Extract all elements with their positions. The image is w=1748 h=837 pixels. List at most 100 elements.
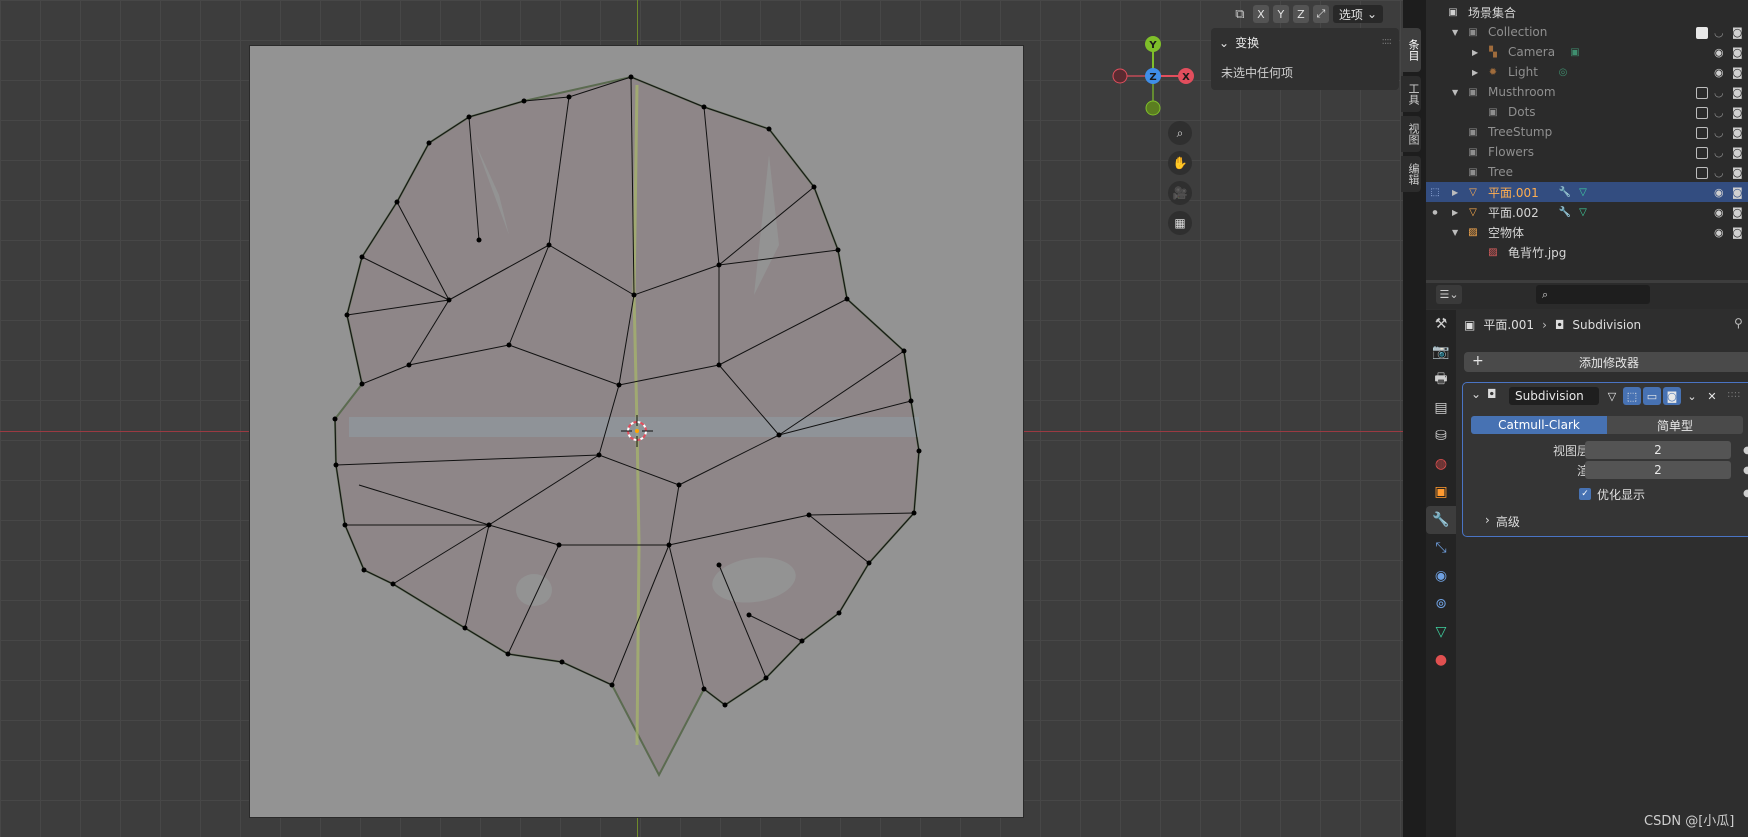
tab-catmull-clark[interactable]: Catmull-Clark [1471, 416, 1607, 434]
keyframe-dot-icon[interactable]: ● [1743, 488, 1748, 499]
render-toggle-icon[interactable]: ◙ [1663, 387, 1681, 405]
options-dropdown[interactable]: 选项 ⌄ [1332, 5, 1383, 23]
render-camera-icon[interactable]: ◙ [1732, 26, 1743, 39]
mesh-data-icon[interactable]: ▽ [1426, 618, 1456, 646]
camera-data-icon[interactable]: ▣ [1568, 45, 1582, 59]
output-icon[interactable]: 🖶 [1426, 366, 1456, 394]
tab-item[interactable]: 条目 [1401, 28, 1421, 72]
expand-arrow-icon[interactable]: ▼ [1452, 28, 1458, 37]
tab-view[interactable]: 视图 [1401, 116, 1421, 152]
mesh-data-icon[interactable]: ▽ [1576, 185, 1590, 199]
modifier-name-field[interactable]: Subdivision [1509, 387, 1599, 405]
outliner-row-empty[interactable]: ▼ ▨ 空物体 ◉ ◙ [1426, 222, 1748, 242]
outliner-scene-collection[interactable]: ▣ 场景集合 [1426, 2, 1748, 22]
on-cage-icon[interactable]: ▽ [1603, 387, 1621, 405]
exclude-checkbox[interactable] [1696, 87, 1708, 99]
physics-icon[interactable]: ◉ [1426, 562, 1456, 590]
particles-icon[interactable]: ⤡ [1426, 534, 1456, 562]
outliner-row-tree[interactable]: ▣ Tree ◡ ◙ [1426, 162, 1748, 182]
render-levels-field[interactable]: 2 [1585, 461, 1731, 479]
outliner-row-plane-002[interactable]: ● ▶ ▽ 平面.002 🔧 ▽ ◉ ◙ [1426, 202, 1748, 222]
expand-arrow-icon[interactable]: ▼ [1452, 88, 1458, 97]
keyframe-dot-icon[interactable]: ● [1743, 445, 1748, 456]
mirror-y-toggle[interactable]: Y [1272, 5, 1289, 23]
mirror-icon[interactable]: ⧉ [1231, 5, 1249, 23]
add-modifier-button[interactable]: + 添加修改器 [1464, 352, 1748, 372]
outliner-row-collection[interactable]: ▼ ▣ Collection ◡ ◙ [1426, 22, 1748, 42]
outliner-row-plane-001[interactable]: ⬚ ▶ ▽ 平面.001 🔧 ▽ ◉ ◙ [1426, 182, 1748, 202]
close-icon[interactable]: ✕ [1703, 387, 1721, 405]
leaf-mesh[interactable] [249, 45, 1024, 818]
render-camera-icon[interactable]: ◙ [1732, 146, 1743, 159]
constraints-icon[interactable]: ⊚ [1426, 590, 1456, 618]
tool-settings-icon[interactable]: ⚒ [1426, 310, 1456, 338]
edit-mode-toggle-icon[interactable]: ⬚ [1623, 387, 1641, 405]
viewport-levels-field[interactable]: 2 [1585, 441, 1731, 459]
render-camera-icon[interactable]: ◙ [1732, 106, 1743, 119]
realtime-toggle-icon[interactable]: ▭ [1643, 387, 1661, 405]
expand-arrow-icon[interactable]: ▼ [1452, 228, 1458, 237]
pin-icon[interactable]: ⚲ [1734, 316, 1743, 330]
render-camera-icon[interactable]: ◙ [1732, 66, 1743, 79]
render-camera-icon[interactable]: ◙ [1732, 86, 1743, 99]
drag-grip-icon[interactable]: :::: [1727, 389, 1740, 400]
scene-icon[interactable]: ⛁ [1426, 422, 1456, 450]
camera-view-icon[interactable]: 🎥 [1168, 181, 1192, 205]
tab-edit[interactable]: 编辑 [1401, 156, 1421, 192]
zoom-icon[interactable]: ⌕ [1168, 121, 1192, 145]
material-icon[interactable]: ● [1426, 646, 1456, 674]
gizmo-neg-y[interactable] [1145, 100, 1161, 116]
expand-arrow-icon[interactable]: ▶ [1472, 48, 1478, 57]
properties-search-input[interactable]: ⌕ [1536, 285, 1650, 304]
grid-ortho-icon[interactable]: ▦ [1168, 211, 1192, 235]
visibility-icon[interactable]: ◉ [1714, 206, 1724, 219]
mirror-z-toggle[interactable]: Z [1292, 5, 1309, 23]
exclude-checkbox[interactable] [1696, 27, 1708, 39]
light-data-icon[interactable]: ◎ [1556, 65, 1570, 79]
exclude-checkbox[interactable] [1696, 107, 1708, 119]
visibility-icon[interactable]: ◡ [1714, 166, 1724, 179]
navigation-gizmo[interactable]: Y X Z [1108, 36, 1204, 122]
mirror-x-toggle[interactable]: X [1252, 5, 1269, 23]
exclude-checkbox[interactable] [1696, 167, 1708, 179]
view-layer-icon[interactable]: ▤ [1426, 394, 1456, 422]
expand-arrow-icon[interactable]: ▶ [1452, 208, 1458, 217]
tab-simple[interactable]: 简单型 [1607, 416, 1743, 434]
outliner-row-light[interactable]: ▶ ✹ Light ◎ ◉ ◙ [1426, 62, 1748, 82]
optimal-display-checkbox[interactable]: ✓ [1579, 488, 1591, 500]
tab-tool[interactable]: 工具 [1401, 76, 1421, 112]
exclude-checkbox[interactable] [1696, 127, 1708, 139]
world-icon[interactable]: ◍ [1426, 450, 1456, 478]
modifier-wrench-icon[interactable]: 🔧 [1426, 506, 1456, 534]
hand-pan-icon[interactable]: ✋ [1168, 151, 1192, 175]
visibility-icon[interactable]: ◡ [1714, 146, 1724, 159]
chevron-down-icon[interactable]: ⌄ [1683, 387, 1701, 405]
visibility-icon[interactable]: ◡ [1714, 106, 1724, 119]
outliner-row-dots[interactable]: ▣ Dots ◡ ◙ [1426, 102, 1748, 122]
gizmo-neg-x[interactable] [1112, 68, 1128, 84]
wrench-icon[interactable]: 🔧 [1558, 205, 1572, 219]
chevron-down-icon[interactable]: ⌄ [1471, 387, 1481, 401]
keyframe-dot-icon[interactable]: ● [1743, 465, 1748, 476]
visibility-icon[interactable]: ◉ [1714, 66, 1724, 79]
advanced-subpanel-header[interactable]: › 高级 [1485, 513, 1520, 530]
render-camera-icon[interactable]: ◙ [1732, 46, 1743, 59]
render-camera-icon[interactable]: ◙ [1732, 226, 1743, 239]
exclude-checkbox[interactable] [1696, 147, 1708, 159]
expand-arrow-icon[interactable]: ▶ [1452, 188, 1458, 197]
render-camera-icon[interactable]: ◙ [1732, 126, 1743, 139]
editor-type-dropdown[interactable]: ☰⌄ [1436, 285, 1462, 304]
render-camera-icon[interactable]: ◙ [1732, 166, 1743, 179]
visibility-icon[interactable]: ◉ [1714, 186, 1724, 199]
drag-grip-icon[interactable]: :::: [1382, 36, 1393, 47]
render-camera-icon[interactable]: ◙ [1732, 206, 1743, 219]
visibility-icon[interactable]: ◉ [1714, 226, 1724, 239]
outliner-row-camera[interactable]: ▶ ▚ Camera ▣ ◉ ◙ [1426, 42, 1748, 62]
outliner-row-flowers[interactable]: ▣ Flowers ◡ ◙ [1426, 142, 1748, 162]
render-icon[interactable]: 📷 [1426, 338, 1456, 366]
expand-arrow-icon[interactable]: ▶ [1472, 68, 1478, 77]
visibility-icon[interactable]: ◡ [1714, 26, 1724, 39]
wrench-icon[interactable]: 🔧 [1558, 185, 1572, 199]
outliner-row-image[interactable]: ▨ 龟背竹.jpg [1426, 242, 1748, 262]
visibility-icon[interactable]: ◉ [1714, 46, 1724, 59]
